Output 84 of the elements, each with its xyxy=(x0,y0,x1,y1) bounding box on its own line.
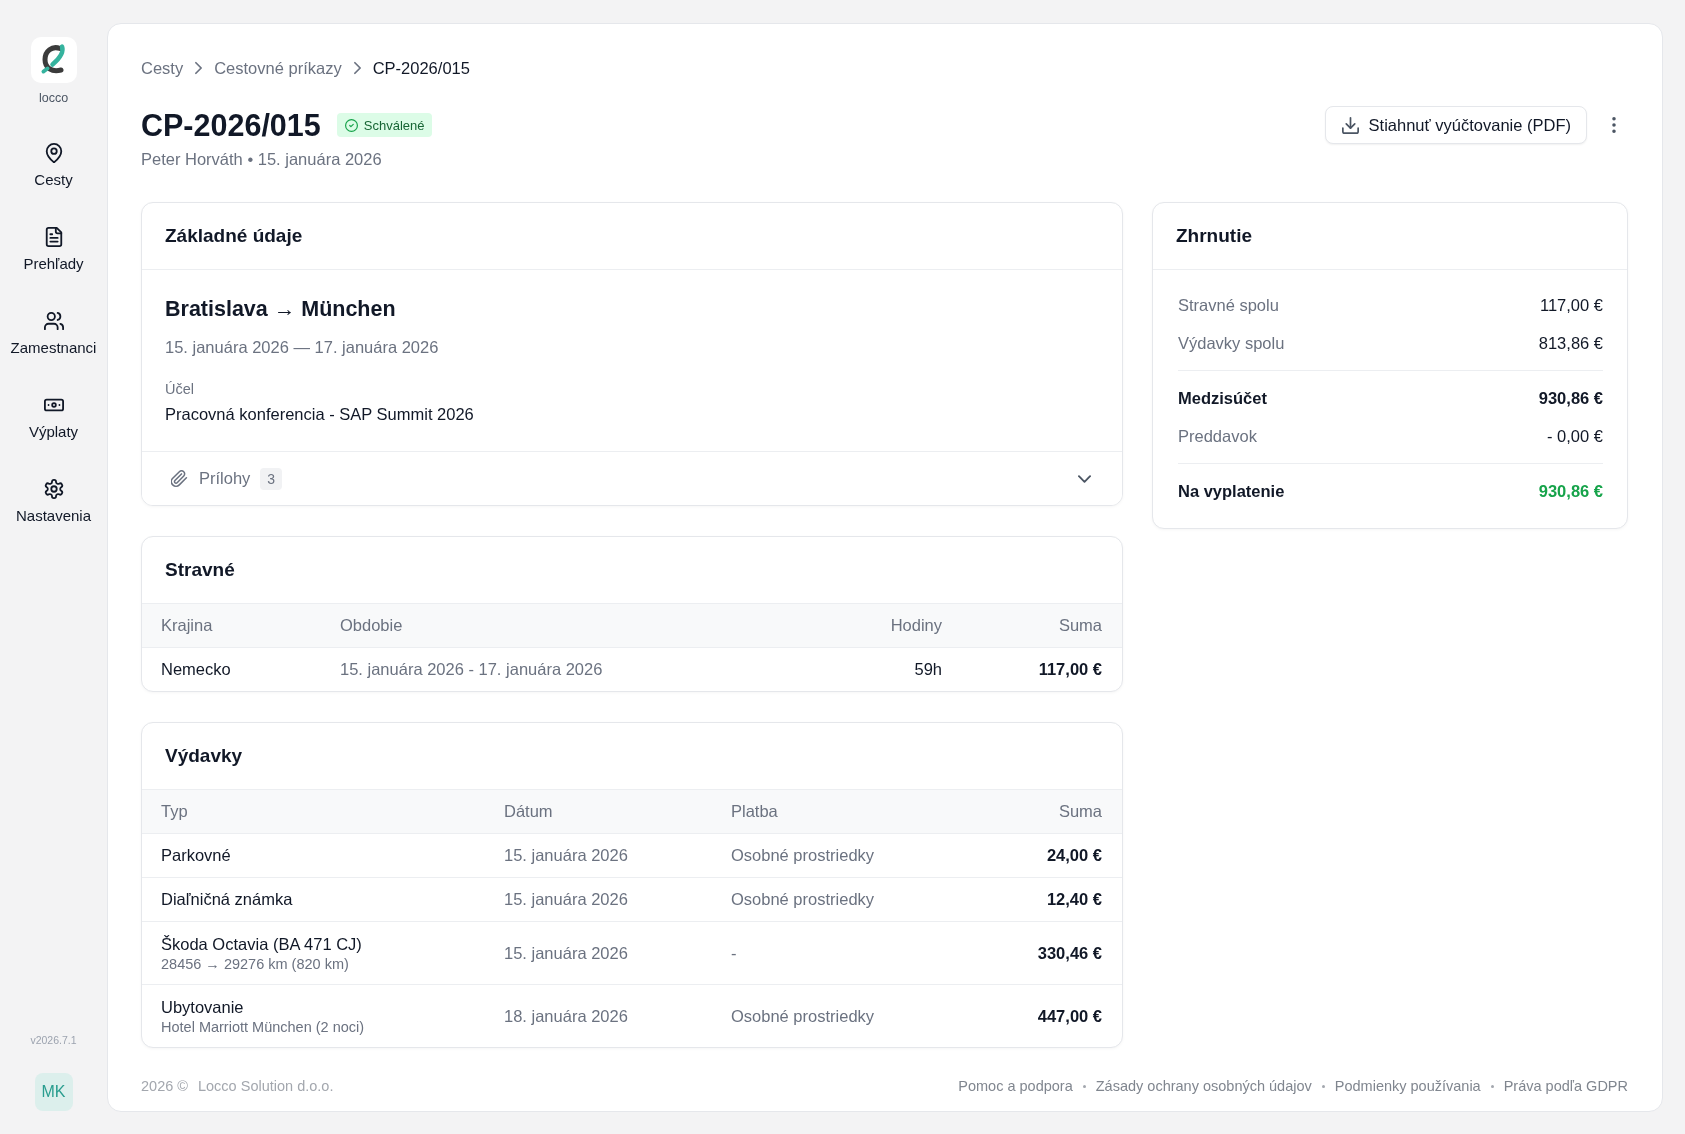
map-pin-icon xyxy=(43,143,64,163)
attachment-count: 3 xyxy=(260,467,283,490)
summary-value: 930,86 € xyxy=(1538,481,1603,501)
column-header: Obdobie xyxy=(340,616,404,635)
summary-label: Na vyplatenie xyxy=(1178,481,1285,501)
download-icon xyxy=(1341,116,1359,134)
cell-note: 28456 → 29276 km (820 km) xyxy=(161,955,350,973)
trip-dates: 15. januára 2026 — 17. januára 2026 xyxy=(165,337,440,358)
column-header: Dátum xyxy=(504,802,554,821)
vertical-dots-icon xyxy=(1612,117,1616,133)
settings-icon xyxy=(43,479,64,499)
field-value: Pracovná konferencia - SAP Summit 2026 xyxy=(165,404,475,425)
table-cell-text: 24,00 € xyxy=(1045,846,1102,865)
table-cell-text: 15. januára 2026 xyxy=(504,890,629,909)
check-circle-icon xyxy=(344,118,358,132)
separator-dot-icon xyxy=(1082,1084,1086,1088)
table-cell-text: - xyxy=(731,943,738,963)
summary-value: - 0,00 € xyxy=(1547,426,1603,446)
footer-link[interactable]: Práva podľa GDPR xyxy=(1503,1076,1628,1096)
document-icon xyxy=(43,227,64,247)
footer-link[interactable]: Pomoc a podpora xyxy=(958,1076,1073,1096)
table-cell-text: Osobné prostriedky xyxy=(731,846,876,865)
column-header: Krajina xyxy=(161,616,214,635)
user-avatar[interactable]: MK xyxy=(34,1073,73,1111)
download-button[interactable]: Stiahnuť vyúčtovanie (PDF) xyxy=(1324,106,1587,144)
nav-item[interactable]: Výplaty xyxy=(3,387,104,449)
logo-icon[interactable] xyxy=(30,37,77,83)
column-header: Suma xyxy=(1057,802,1102,821)
table-cell-text: 15. januára 2026 xyxy=(504,846,629,865)
summary-value: 930,86 € xyxy=(1538,388,1603,408)
brand-name: locco xyxy=(38,91,69,105)
separator-dot-icon xyxy=(1321,1084,1325,1088)
table-cell-text: 330,46 € xyxy=(1036,943,1102,963)
table-cell-text: 447,00 € xyxy=(1036,1006,1102,1026)
paperclip-icon xyxy=(171,470,188,487)
table-cell-text: Osobné prostriedky xyxy=(731,1006,876,1026)
nav-item[interactable]: Prehľady xyxy=(3,219,104,281)
table-cell-text: Ubytovanie xyxy=(161,997,245,1018)
card-title: Základné údaje xyxy=(165,225,303,247)
summary-label: Stravné spolu xyxy=(1178,295,1279,315)
table-cell-text: 18. januára 2026 xyxy=(504,1006,629,1026)
page-subtitle: Peter Horváth • 15. januára 2026 xyxy=(141,149,383,169)
summary-value: 813,86 € xyxy=(1538,333,1603,353)
cell-note: Hotel Marriott München (2 noci) xyxy=(161,1018,366,1036)
column-header: Suma xyxy=(1057,616,1102,635)
chevron-right-icon xyxy=(194,61,204,75)
column-header: Typ xyxy=(161,802,189,821)
attachments-toggle[interactable]: Prílohy 3 xyxy=(142,451,1122,505)
breadcrumb-link[interactable]: Cestovné príkazy xyxy=(214,58,342,78)
version-text: v2026.7.1 xyxy=(30,1034,77,1046)
summary-label: Výdavky spolu xyxy=(1178,333,1285,353)
summary-label: Preddavok xyxy=(1178,426,1257,446)
card-title: Zhrnutie xyxy=(1176,225,1252,247)
summary-value: 117,00 € xyxy=(1540,295,1603,315)
copyright-text: 2026 © xyxy=(141,1077,188,1096)
column-header: Platba xyxy=(731,802,779,821)
summary-label: Medzisúčet xyxy=(1178,388,1267,408)
people-icon xyxy=(43,311,64,331)
table-cell-text: 59h xyxy=(913,660,942,679)
table-cell-text: 15. januára 2026 - 17. januára 2026 xyxy=(340,660,604,679)
card-title: Stravné xyxy=(165,559,235,581)
table-cell-text: 15. januára 2026 xyxy=(504,943,629,963)
nav-item[interactable]: Nastavenia xyxy=(3,471,104,533)
breadcrumb-link[interactable]: Cesty xyxy=(141,58,184,78)
table-cell-text: 117,00 € xyxy=(1037,660,1102,679)
table-cell-text: Parkovné xyxy=(161,846,232,865)
table-cell-text: Nemecko xyxy=(161,660,232,679)
table-cell-text: Diaľničná známka xyxy=(161,890,294,909)
separator-dot-icon xyxy=(1490,1084,1494,1088)
chevron-right-icon xyxy=(352,61,362,75)
footer-link[interactable]: Zásady ochrany osobných údajov xyxy=(1095,1076,1312,1096)
field-label: Účel xyxy=(165,380,195,398)
table-cell-text: Osobné prostriedky xyxy=(731,890,876,909)
status-text: Schválené xyxy=(363,117,425,133)
nav-item[interactable]: Zamestnanci xyxy=(3,303,104,365)
table-cell-text: Škoda Octavia (BA 471 CJ) xyxy=(161,934,363,955)
table-cell-text: 12,40 € xyxy=(1045,890,1102,909)
footer-link[interactable]: Podmienky používania xyxy=(1334,1076,1481,1096)
page-title: CP-2026/015 xyxy=(141,107,321,144)
breadcrumb-current: CP-2026/015 xyxy=(372,58,470,78)
nav-item[interactable]: Cesty xyxy=(3,135,104,197)
column-header: Hodiny xyxy=(889,616,942,635)
card-title: Výdavky xyxy=(165,745,243,767)
route-title: Bratislava → München xyxy=(165,296,397,323)
